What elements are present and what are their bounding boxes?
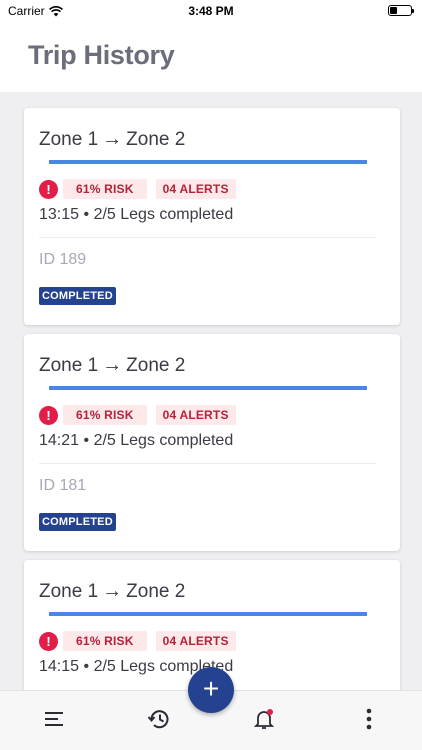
history-icon [147, 710, 169, 729]
arrow-right-icon: → [102, 580, 123, 602]
more-button[interactable] [355, 705, 383, 733]
trip-progress-bar [49, 160, 367, 164]
battery-icon [388, 5, 414, 16]
status-bar: Carrier 3:48 PM [0, 0, 422, 22]
trip-badges: ! 61% RISK 04 ALERTS [39, 631, 245, 651]
route-destination: Zone 2 [126, 580, 186, 602]
summary-separator: • [83, 206, 90, 223]
add-trip-button[interactable]: + [188, 667, 234, 713]
route-destination: Zone 2 [126, 128, 186, 150]
alerts-badge: 04 ALERTS [155, 405, 236, 425]
history-button[interactable] [145, 705, 173, 733]
summary-separator: • [83, 658, 90, 675]
clock: 3:48 PM [188, 4, 234, 18]
route-destination: Zone 2 [126, 354, 186, 376]
trip-time: 14:21 [39, 432, 80, 449]
trip-progress-fill [49, 612, 367, 616]
summary-separator: • [83, 432, 90, 449]
route-origin: Zone 1 [39, 580, 99, 602]
risk-badge: 61% RISK [63, 179, 147, 199]
trip-route: Zone 1 → Zone 2 [39, 580, 185, 603]
trip-card[interactable]: Zone 1 → Zone 2 ! 61% RISK 04 ALERTS 14:… [24, 334, 400, 551]
risk-badge: 61% RISK [63, 631, 147, 651]
alerts-badge: 04 ALERTS [155, 179, 236, 199]
trip-badges: ! 61% RISK 04 ALERTS [39, 405, 245, 425]
trip-legs: 2/5 Legs completed [93, 206, 234, 223]
alert-icon: ! [39, 405, 58, 425]
trip-id: ID 181 [39, 477, 87, 494]
route-origin: Zone 1 [39, 128, 99, 150]
trip-progress-fill [49, 160, 367, 164]
status-badge: COMPLETED [39, 287, 116, 305]
alert-icon: ! [39, 179, 58, 199]
trip-time: 13:15 [39, 206, 80, 223]
arrow-right-icon: → [102, 354, 123, 376]
trip-progress-bar [49, 386, 367, 390]
risk-badge: 61% RISK [63, 405, 147, 425]
trip-id: ID 189 [39, 251, 87, 268]
trip-summary: 13:15 • 2/5 Legs completed [39, 206, 233, 224]
notifications-button[interactable] [250, 705, 278, 733]
trip-badges: ! 61% RISK 04 ALERTS [39, 179, 245, 199]
arrow-right-icon: → [102, 128, 123, 150]
card-divider [39, 463, 376, 464]
trip-list[interactable]: Zone 1 → Zone 2 ! 61% RISK 04 ALERTS 13:… [24, 108, 400, 750]
menu-button[interactable] [40, 705, 68, 733]
app-header: Trip History [0, 22, 422, 92]
trip-progress-bar [49, 612, 367, 616]
more-vertical-icon [366, 708, 372, 730]
alert-icon: ! [39, 631, 58, 651]
menu-icon [45, 712, 63, 726]
trip-route: Zone 1 → Zone 2 [39, 354, 185, 377]
trip-summary: 14:21 • 2/5 Legs completed [39, 432, 233, 450]
route-origin: Zone 1 [39, 354, 99, 376]
alerts-badge: 04 ALERTS [155, 631, 236, 651]
trip-card[interactable]: Zone 1 → Zone 2 ! 61% RISK 04 ALERTS 13:… [24, 108, 400, 325]
notification-bell-icon [253, 709, 275, 729]
trip-time: 14:15 [39, 658, 80, 675]
card-divider [39, 237, 376, 238]
trip-legs: 2/5 Legs completed [93, 432, 234, 449]
trip-route: Zone 1 → Zone 2 [39, 128, 185, 151]
status-badge: COMPLETED [39, 513, 116, 531]
trip-progress-fill [49, 386, 367, 390]
page-title: Trip History [28, 40, 175, 70]
